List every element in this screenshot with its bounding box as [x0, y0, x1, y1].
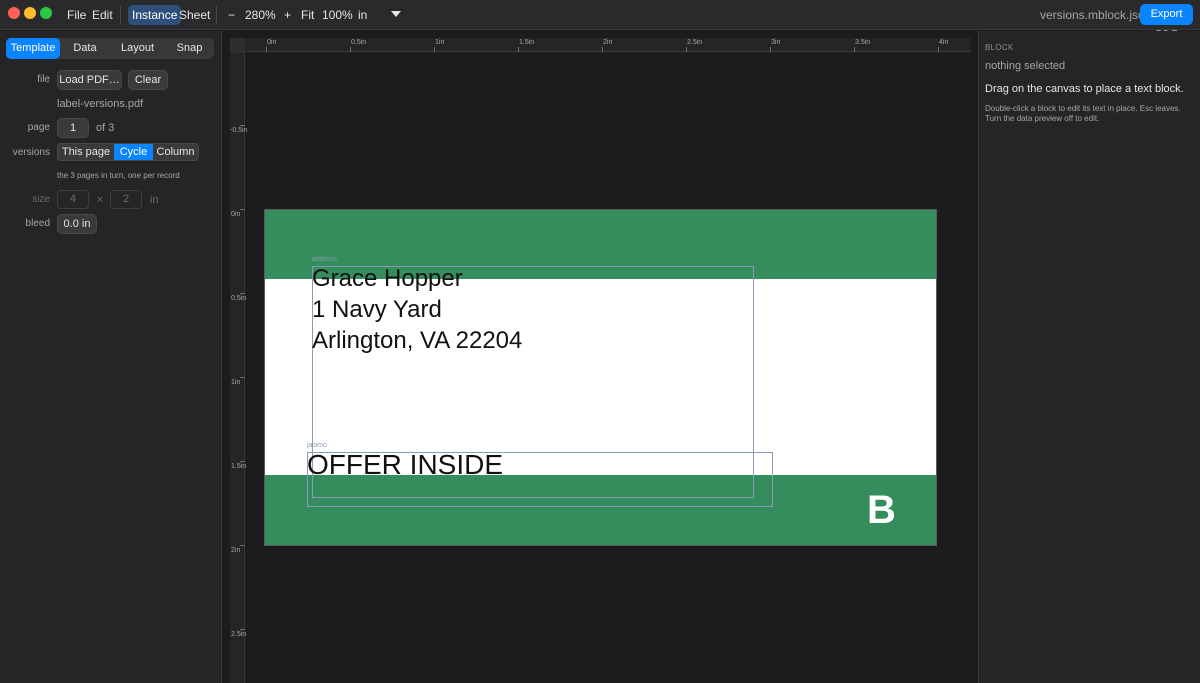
- ruler-tick-label: 2.5in: [231, 631, 247, 638]
- block-inspector: BLOCK nothing selected Drag on the canva…: [978, 31, 1200, 683]
- ruler-tick: [240, 461, 245, 462]
- ruler-tick: [266, 47, 267, 52]
- size-width-field[interactable]: 4: [57, 190, 89, 209]
- vertical-ruler: -0.5in 0in 0.5in 1in 1.5in 2in 2.5in: [230, 53, 248, 683]
- horizontal-ruler: 0in 0.5in 1in 1.5in 2in 2.5in 3in 3.5in …: [245, 38, 971, 52]
- versions-hint: the 3 pages in turn, one per record: [57, 171, 180, 180]
- toolbar-divider: [216, 6, 217, 24]
- size-label: size: [32, 194, 50, 205]
- ruler-tick-label: 0in: [231, 211, 241, 218]
- ruler-tick-label: 1in: [435, 39, 445, 46]
- ruler-tick: [854, 47, 855, 52]
- drag-hint: Drag on the canvas to place a text block…: [985, 83, 1184, 95]
- clear-button[interactable]: Clear: [128, 70, 168, 90]
- zoom-level: 280%: [245, 8, 276, 22]
- ruler-tick: [938, 47, 939, 52]
- ruler-tick: [602, 47, 603, 52]
- version-letter: B: [867, 488, 896, 532]
- ruler-tick-label: 2in: [231, 547, 241, 554]
- bleed-field[interactable]: 0.0 in: [57, 214, 97, 234]
- versions-cycle[interactable]: Cycle: [114, 144, 153, 160]
- export-pdf-button[interactable]: Export PDF: [1140, 4, 1193, 41]
- tab-layout[interactable]: Layout: [110, 38, 165, 59]
- ruler-tick-label: 0in: [267, 39, 277, 46]
- ruler-tick-label: 4in: [939, 39, 949, 46]
- ruler-tick-label: 1.5in: [231, 463, 247, 470]
- versions-column[interactable]: Column: [153, 144, 198, 160]
- versions-label: versions: [12, 147, 50, 158]
- template-panel: Template Data Layout Snap file Load PDF……: [0, 31, 222, 683]
- size-unit: in: [150, 194, 159, 206]
- ruler-tick: [434, 47, 435, 52]
- file-label: file: [37, 74, 50, 85]
- ruler-tick-label: 1.5in: [519, 39, 535, 46]
- page-number-field[interactable]: 1: [57, 118, 89, 138]
- pdf-filename: label-versions.pdf: [57, 98, 144, 110]
- ruler-tick: [240, 545, 245, 546]
- panel-tabs: Template Data Layout Snap: [6, 38, 214, 59]
- toolbar-divider: [120, 6, 121, 24]
- chevron-down-icon[interactable]: [391, 11, 401, 17]
- tab-snap[interactable]: Snap: [165, 38, 214, 59]
- minimize-window-button[interactable]: [24, 7, 36, 19]
- size-times: ×: [97, 194, 104, 206]
- mode-instance-button[interactable]: Instance: [128, 5, 182, 25]
- ruler-tick: [240, 293, 245, 294]
- selection-status: nothing selected: [985, 60, 1066, 72]
- inspector-heading: BLOCK: [985, 43, 1014, 52]
- ruler-tick-label: -0.5in: [230, 127, 248, 134]
- ruler-tick: [770, 47, 771, 52]
- unit-select[interactable]: in: [358, 8, 367, 22]
- title-bar: File Edit Instance Sheet − 280% + Fit 10…: [0, 0, 1200, 41]
- size-height-field[interactable]: 2: [110, 190, 142, 209]
- ruler-tick: [240, 629, 245, 630]
- actual-size-button[interactable]: 100%: [322, 8, 353, 22]
- page-count: of 3: [96, 122, 115, 134]
- zoom-out-button[interactable]: −: [228, 8, 235, 22]
- ruler-tick-label: 3.5in: [855, 39, 871, 46]
- ruler-tick-label: 2in: [603, 39, 613, 46]
- mode-sheet-button[interactable]: Sheet: [175, 5, 214, 25]
- ruler-tick-label: 0.5in: [351, 39, 367, 46]
- close-window-button[interactable]: [8, 7, 20, 19]
- versions-segmented-control: This page Cycle Column: [57, 143, 199, 161]
- menu-edit[interactable]: Edit: [92, 8, 113, 22]
- menu-file[interactable]: File: [67, 8, 86, 22]
- ruler-tick: [518, 47, 519, 52]
- page-label: page: [27, 122, 50, 133]
- zoom-in-button[interactable]: +: [284, 8, 291, 22]
- ruler-tick: [240, 209, 245, 210]
- bleed-label: bleed: [25, 218, 50, 229]
- promo-text: OFFER INSIDE: [307, 449, 504, 480]
- document-filename: versions.mblock.json: [1040, 8, 1152, 22]
- ruler-tick-label: 0.5in: [231, 295, 247, 302]
- ruler-tick: [240, 377, 245, 378]
- ruler-corner: [230, 38, 245, 53]
- ruler-tick-label: 2.5in: [687, 39, 703, 46]
- ruler-tick: [686, 47, 687, 52]
- edit-help-text: Double-click a block to edit its text in…: [985, 104, 1181, 123]
- ruler-tick-label: 1in: [231, 379, 241, 386]
- ruler-tick: [350, 47, 351, 52]
- fit-button[interactable]: Fit: [301, 8, 314, 22]
- tab-data[interactable]: Data: [60, 38, 110, 59]
- ruler-tick: [240, 125, 245, 126]
- address-block-tag: address: [312, 256, 337, 263]
- zoom-window-button[interactable]: [40, 7, 52, 19]
- versions-this-page[interactable]: This page: [58, 144, 114, 160]
- load-pdf-button[interactable]: Load PDF…: [57, 70, 122, 90]
- address-text: Grace Hopper 1 Navy Yard Arlington, VA 2…: [312, 265, 523, 354]
- ruler-tick-label: 3in: [771, 39, 781, 46]
- tab-template[interactable]: Template: [6, 38, 60, 59]
- design-canvas[interactable]: 0in 0.5in 1in 1.5in 2in 2.5in 3in 3.5in …: [223, 31, 971, 683]
